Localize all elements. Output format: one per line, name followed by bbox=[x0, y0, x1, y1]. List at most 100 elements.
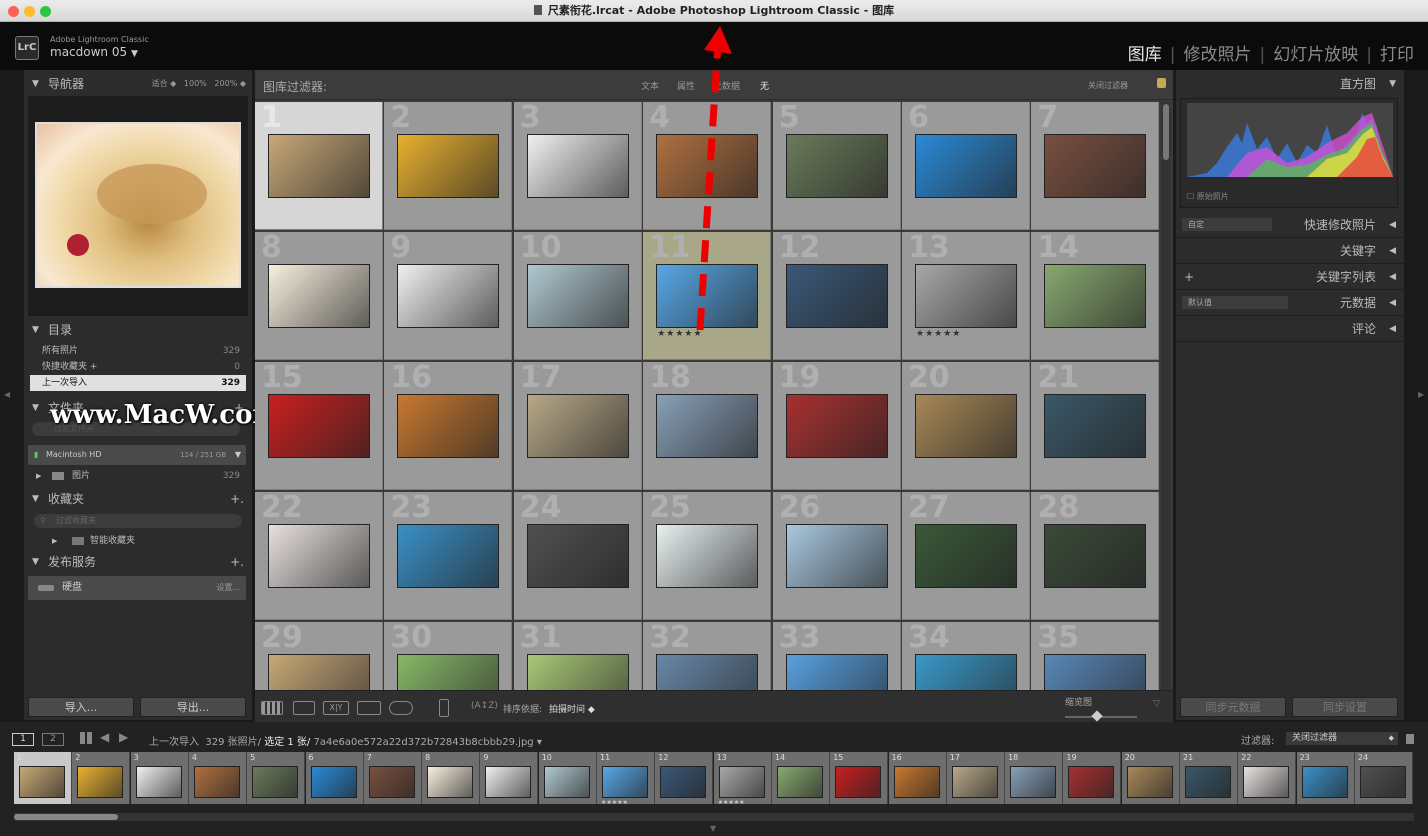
grid-cell[interactable]: 1 bbox=[255, 102, 383, 230]
filmstrip-thumbnail[interactable]: 12 bbox=[655, 752, 714, 804]
photo-thumbnail[interactable] bbox=[1044, 524, 1147, 588]
zoom-200[interactable]: 200% bbox=[214, 79, 237, 88]
grid-cell[interactable]: 24 bbox=[513, 490, 642, 620]
catalog-header[interactable]: ▼ 目录 bbox=[24, 318, 252, 342]
grid-cell[interactable]: 3 bbox=[513, 102, 642, 230]
photo-thumbnail[interactable] bbox=[526, 394, 629, 458]
filmstrip-scroll-thumb[interactable] bbox=[14, 814, 118, 820]
sync-metadata-button[interactable]: 同步元数据 bbox=[1180, 697, 1286, 717]
filmstrip-thumbnail[interactable]: 9 bbox=[480, 752, 539, 804]
comments-header[interactable]: 评论 ◀ bbox=[1176, 316, 1404, 342]
add-collection-icon[interactable]: +. bbox=[230, 487, 244, 511]
photo-thumbnail[interactable] bbox=[785, 134, 888, 198]
publish-service-harddisk[interactable]: 硬盘 设置... bbox=[28, 576, 246, 600]
photo-thumbnail[interactable] bbox=[397, 524, 500, 588]
sort-dropdown[interactable]: 拍摄时间 ◆ bbox=[549, 702, 595, 715]
photo-thumbnail[interactable] bbox=[268, 524, 370, 588]
grid-cell[interactable]: 14 bbox=[1031, 230, 1160, 360]
spray-can-icon[interactable] bbox=[439, 699, 449, 717]
grid-cell[interactable]: 23 bbox=[384, 490, 513, 620]
filmstrip-thumbnail[interactable]: 4 bbox=[188, 752, 247, 804]
collection-item-smart[interactable]: ▶ 智能收藏夹 bbox=[30, 533, 246, 549]
photo-thumbnail[interactable] bbox=[915, 394, 1017, 458]
filmstrip-thumbnail[interactable]: 14 bbox=[771, 752, 830, 804]
navigator-preview-image[interactable] bbox=[35, 122, 241, 288]
grid-cell[interactable]: 20 bbox=[902, 360, 1030, 490]
thumbnail-size-slider[interactable] bbox=[1065, 710, 1137, 722]
filmstrip-thumbnail[interactable]: 7 bbox=[363, 752, 422, 804]
photo-thumbnail[interactable] bbox=[915, 264, 1017, 328]
grid-cell[interactable]: 26 bbox=[772, 490, 901, 620]
filmstrip-thumbnail[interactable]: 1 bbox=[14, 752, 72, 804]
grid-cell[interactable]: 12 bbox=[772, 230, 901, 360]
catalog-item-last-import[interactable]: 上一次导入 329 bbox=[30, 375, 246, 391]
grid-cell[interactable]: 18 bbox=[643, 360, 772, 490]
grid-cell[interactable]: 2 bbox=[384, 102, 513, 230]
volume-macintosh-hd[interactable]: ▮ Macintosh HD 124 / 251 GB ▼ bbox=[28, 445, 246, 465]
publish-header[interactable]: ▼ 发布服务 +. bbox=[24, 550, 252, 574]
photo-thumbnail[interactable] bbox=[397, 264, 500, 328]
export-button[interactable]: 导出... bbox=[140, 697, 246, 717]
grid-cell[interactable]: 7 bbox=[1031, 102, 1160, 230]
add-keyword-icon[interactable]: + bbox=[1184, 264, 1194, 290]
grid-cell[interactable]: 15 bbox=[255, 360, 383, 490]
keyword-list-header[interactable]: + 关键字列表 ◀ bbox=[1176, 264, 1404, 290]
zoom-window-button[interactable] bbox=[40, 6, 51, 17]
photo-thumbnail[interactable] bbox=[397, 394, 500, 458]
original-photo-checkbox[interactable]: ☐ 原始照片 bbox=[1187, 191, 1229, 202]
filmstrip-thumbnail[interactable]: 22 bbox=[1238, 752, 1297, 804]
filmstrip-thumbnail[interactable]: 3 bbox=[130, 752, 189, 804]
loupe-view-icon[interactable] bbox=[293, 701, 315, 715]
filmstrip-thumbnail[interactable]: 16 bbox=[888, 752, 947, 804]
add-publish-icon[interactable]: +. bbox=[230, 550, 244, 574]
filmstrip-thumbnail[interactable]: 2 bbox=[72, 752, 131, 804]
grid-cell[interactable]: 21 bbox=[1031, 360, 1160, 490]
lock-icon[interactable] bbox=[1157, 78, 1166, 88]
grid-cell[interactable]: 6 bbox=[902, 102, 1030, 230]
filmstrip-thumbnail[interactable]: 20 bbox=[1121, 752, 1180, 804]
close-window-button[interactable] bbox=[8, 6, 19, 17]
filmstrip-thumbnail[interactable]: 17 bbox=[946, 752, 1005, 804]
metadata-preset[interactable]: 默认值 bbox=[1182, 296, 1288, 309]
compare-view-icon[interactable]: X|Y bbox=[323, 701, 349, 715]
module-slideshow[interactable]: 幻灯片放映 bbox=[1273, 40, 1358, 65]
grid-scrollbar[interactable] bbox=[1161, 102, 1171, 690]
photo-thumbnail[interactable] bbox=[268, 134, 370, 198]
filter-text[interactable]: 文本 bbox=[641, 79, 659, 92]
zoom-fit[interactable]: 适合 bbox=[152, 79, 168, 88]
photo-thumbnail[interactable] bbox=[785, 524, 888, 588]
right-panel-toggle-icon[interactable]: ▶ bbox=[1418, 390, 1424, 399]
filmstrip-thumbnail[interactable]: 5 bbox=[247, 752, 306, 804]
filter-none[interactable]: 无 bbox=[760, 79, 769, 92]
grid-cell[interactable]: 28 bbox=[1031, 490, 1160, 620]
grid-cell[interactable]: 9 bbox=[384, 230, 513, 360]
grid-cell[interactable]: 16 bbox=[384, 360, 513, 490]
publish-settings-link[interactable]: 设置... bbox=[216, 576, 240, 600]
module-print[interactable]: 打印 bbox=[1380, 40, 1414, 65]
user-name[interactable]: macdown 05 ▼ bbox=[50, 45, 138, 59]
grid-cell[interactable]: 17 bbox=[513, 360, 642, 490]
photo-thumbnail[interactable] bbox=[1044, 394, 1147, 458]
filmstrip-thumbnail[interactable]: 21 bbox=[1180, 752, 1238, 804]
histogram-header[interactable]: 直方图 ▼ bbox=[1176, 72, 1404, 96]
sync-settings-button[interactable]: 同步设置 bbox=[1292, 697, 1398, 717]
grid-cell[interactable]: 25 bbox=[643, 490, 772, 620]
catalog-item-quick[interactable]: 快捷收藏夹 +0 bbox=[30, 359, 246, 375]
catalog-item-all[interactable]: 所有照片 329 bbox=[30, 343, 246, 359]
filmstrip-thumbnail[interactable]: 13 ★★★★★ bbox=[713, 752, 772, 806]
photo-thumbnail[interactable] bbox=[1044, 134, 1147, 198]
folder-item-pictures[interactable]: ▶ 图片 329 bbox=[30, 468, 246, 484]
photo-thumbnail[interactable] bbox=[656, 394, 759, 458]
photo-thumbnail[interactable] bbox=[785, 264, 888, 328]
import-button[interactable]: 导入... bbox=[28, 697, 134, 717]
keywording-header[interactable]: 关键字 ◀ bbox=[1176, 238, 1404, 264]
module-develop[interactable]: 修改照片 bbox=[1184, 40, 1252, 65]
grid-view-icon[interactable] bbox=[261, 701, 283, 715]
grid-cell[interactable]: 10 bbox=[513, 230, 642, 360]
photo-thumbnail[interactable] bbox=[785, 394, 888, 458]
photo-thumbnail[interactable] bbox=[1044, 264, 1147, 328]
sort-direction-icon[interactable]: (A↕Z) bbox=[471, 701, 498, 711]
grid-cell[interactable]: 5 bbox=[772, 102, 901, 230]
scrollbar-thumb[interactable] bbox=[1163, 104, 1169, 160]
grid-cell[interactable]: 8 bbox=[255, 230, 383, 360]
